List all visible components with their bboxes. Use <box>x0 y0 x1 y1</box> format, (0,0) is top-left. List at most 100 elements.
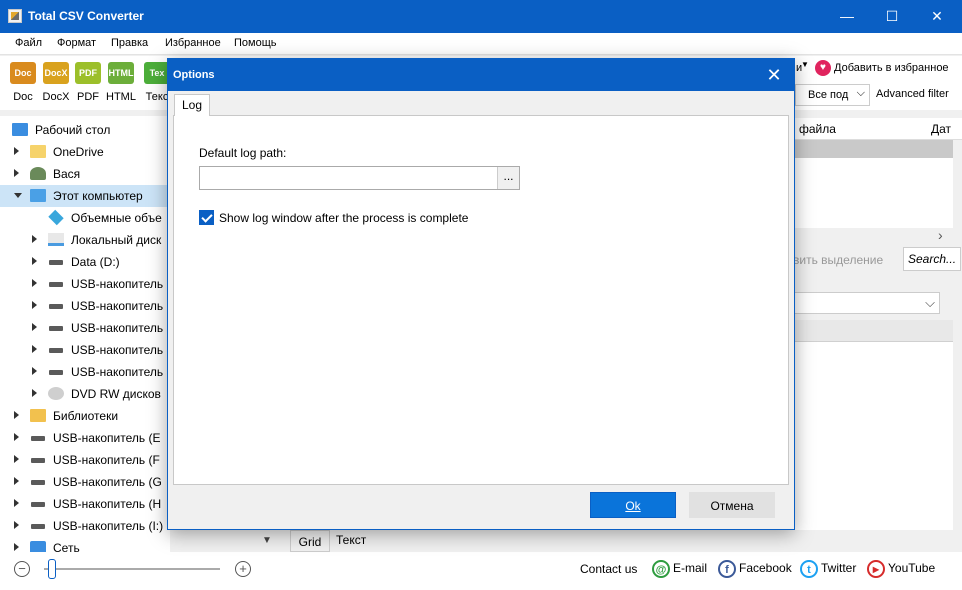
default-log-path-input[interactable] <box>200 167 496 189</box>
tree-item[interactable]: USB-накопитель <box>0 339 170 361</box>
filter-select-value: Все под <box>808 89 849 101</box>
column-file[interactable]: файла <box>799 122 836 136</box>
convert-docx-button[interactable]: DocX DocX <box>39 62 73 103</box>
minimize-button[interactable]: — <box>824 0 870 33</box>
filter-select[interactable]: Все под ⌵ <box>795 84 870 106</box>
drive-icon <box>30 431 46 444</box>
contact-us-label: Contact us <box>580 562 638 576</box>
tree-item[interactable]: Вася <box>0 163 170 185</box>
search-input[interactable]: Search... <box>903 247 961 271</box>
tree-item[interactable]: DVD RW дисков <box>0 383 170 405</box>
select-all-button[interactable]: вить выделение <box>793 253 883 267</box>
chevron-down-icon[interactable]: ▼ <box>260 533 274 549</box>
dialog-title-bar: Options ✕ <box>168 59 794 91</box>
zoom-in-icon[interactable]: + <box>235 561 251 577</box>
facebook-link[interactable]: f Facebook <box>718 560 792 578</box>
tree-item-label: Локальный диск <box>71 233 162 247</box>
tree-item[interactable]: Сеть <box>0 537 170 552</box>
folder-icon <box>30 145 46 158</box>
show-log-checkbox[interactable] <box>199 210 214 225</box>
menu-format[interactable]: Формат <box>57 37 96 49</box>
docx-label: DocX <box>42 91 70 103</box>
grid-tab[interactable]: Grid <box>290 530 330 552</box>
chevron-right-icon[interactable]: › <box>938 227 943 243</box>
maximize-button[interactable]: ☐ <box>869 0 915 33</box>
zoom-out-icon[interactable]: − <box>14 561 30 577</box>
chevron-right-icon[interactable] <box>14 455 19 463</box>
file-list-panel: файла Дат › вить выделение Search... ⌵ <box>793 110 962 530</box>
preview-header <box>793 320 953 342</box>
convert-pdf-button[interactable]: PDF PDF <box>71 62 105 103</box>
zoom-slider-track[interactable] <box>44 568 220 570</box>
tree-item[interactable]: USB-накопитель (I:) <box>0 515 170 537</box>
close-button[interactable]: ✕ <box>914 0 960 33</box>
chevron-right-icon[interactable] <box>32 257 37 265</box>
menu-file[interactable]: Файл <box>15 37 42 49</box>
user-icon <box>30 167 46 180</box>
pdf-icon: PDF <box>75 62 101 84</box>
chevron-right-icon[interactable] <box>32 389 37 397</box>
tree-item[interactable]: USB-накопитель <box>0 273 170 295</box>
tree-item[interactable]: Локальный диск <box>0 229 170 251</box>
chevron-right-icon[interactable] <box>32 367 37 375</box>
dialog-close-icon[interactable]: ✕ <box>764 65 784 85</box>
chevron-right-icon[interactable] <box>14 433 19 441</box>
show-log-label[interactable]: Show log window after the process is com… <box>219 211 468 225</box>
chevron-right-icon[interactable] <box>14 543 19 551</box>
add-favorite-button[interactable]: Добавить в избранное <box>834 62 949 74</box>
chevron-down-icon[interactable] <box>14 193 22 198</box>
tree-item[interactable]: Data (D:) <box>0 251 170 273</box>
menu-edit[interactable]: Правка <box>111 37 148 49</box>
tree-item-label: USB-накопитель <box>71 321 164 335</box>
tree-item[interactable]: USB-накопитель (E <box>0 427 170 449</box>
chevron-right-icon[interactable] <box>14 521 19 529</box>
tree-item[interactable]: OneDrive <box>0 141 170 163</box>
advanced-filter-button[interactable]: Advanced filter <box>876 88 949 100</box>
chevron-right-icon[interactable] <box>32 345 37 353</box>
chevron-right-icon[interactable] <box>14 169 19 177</box>
drive-icon <box>48 365 64 378</box>
desktop-icon <box>12 123 28 136</box>
tree-item[interactable]: Объемные объе <box>0 207 170 229</box>
drive-icon <box>48 255 64 268</box>
chevron-right-icon[interactable] <box>14 147 19 155</box>
youtube-link[interactable]: ▶ YouTube <box>867 560 935 578</box>
tree-item[interactable]: USB-накопитель (F <box>0 449 170 471</box>
tree-item-label: USB-накопитель <box>71 299 164 313</box>
log-tab-panel: Default log path: ... Show log window af… <box>173 115 789 485</box>
dialog-title: Options <box>173 69 215 81</box>
email-link[interactable]: @ E-mail <box>652 560 707 578</box>
tree-item[interactable]: Библиотеки <box>0 405 170 427</box>
menu-favorites[interactable]: Избранное <box>165 37 221 49</box>
chevron-right-icon[interactable] <box>14 477 19 485</box>
convert-doc-button[interactable]: Doc Doc <box>6 62 40 103</box>
chevron-right-icon[interactable] <box>14 499 19 507</box>
tab-log[interactable]: Log <box>174 94 210 116</box>
chevron-down-icon: ⌵ <box>856 87 865 99</box>
twitter-link[interactable]: t Twitter <box>800 560 856 578</box>
tree-item[interactable]: USB-накопитель <box>0 295 170 317</box>
tree-item[interactable]: USB-накопитель (H <box>0 493 170 515</box>
chevron-right-icon[interactable] <box>32 301 37 309</box>
tree-item[interactable]: USB-накопитель <box>0 317 170 339</box>
format-select[interactable]: ⌵ <box>793 292 940 314</box>
ok-button[interactable]: Ok <box>590 492 676 518</box>
menu-help[interactable]: Помощь <box>234 37 277 49</box>
tree-item[interactable]: USB-накопитель (G <box>0 471 170 493</box>
tree-item[interactable]: USB-накопитель <box>0 361 170 383</box>
chevron-right-icon[interactable] <box>32 279 37 287</box>
tree-item[interactable]: Этот компьютер <box>0 185 170 207</box>
app-icon <box>8 9 22 23</box>
file-list-row[interactable] <box>793 140 953 158</box>
column-date[interactable]: Дат <box>931 122 951 136</box>
chevron-right-icon[interactable] <box>32 235 37 243</box>
tree-item[interactable]: Рабочий стол <box>0 119 170 141</box>
cancel-button[interactable]: Отмена <box>689 492 775 518</box>
chevron-right-icon[interactable] <box>32 323 37 331</box>
convert-html-button[interactable]: HTML HTML <box>104 62 138 103</box>
text-tab[interactable]: Текст <box>336 533 366 547</box>
browse-button[interactable]: ... <box>497 167 519 189</box>
zoom-slider-thumb[interactable] <box>48 559 56 579</box>
library-icon <box>30 409 46 422</box>
chevron-right-icon[interactable] <box>14 411 19 419</box>
